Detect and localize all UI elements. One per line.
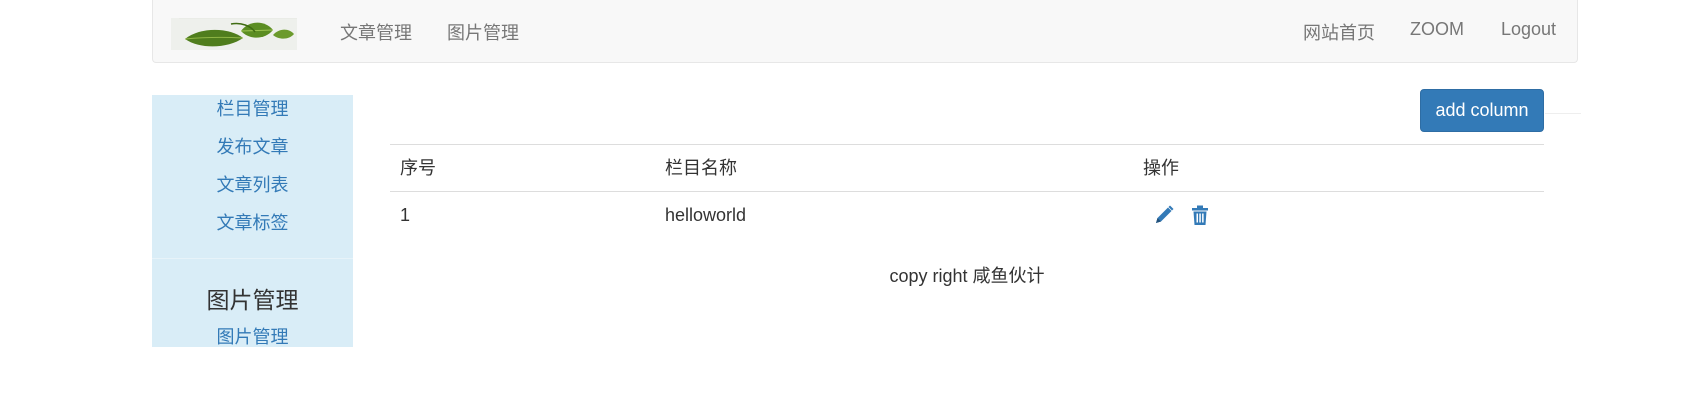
sidebar-item-column-management[interactable]: 栏目管理 xyxy=(152,95,353,121)
brand-logo[interactable] xyxy=(171,17,297,50)
header-index: 序号 xyxy=(400,158,436,178)
row-actions xyxy=(1153,192,1211,238)
sidebar-item-publish-article[interactable]: 发布文章 xyxy=(152,133,353,159)
leaf-logo-icon xyxy=(179,17,297,47)
footer-copyright: copy right 咸鱼伙计 xyxy=(889,266,1045,286)
table-row: 1 helloworld xyxy=(390,192,1544,238)
sidebar: 栏目管理 发布文章 文章列表 文章标签 图片管理 图片管理 xyxy=(152,95,353,347)
nav-article-management[interactable]: 文章管理 xyxy=(340,19,412,45)
nav-site-home[interactable]: 网站首页 xyxy=(1303,19,1375,45)
trash-icon[interactable] xyxy=(1189,204,1211,226)
top-navbar: 文章管理 图片管理 网站首页 ZOOM Logout xyxy=(152,0,1578,63)
row-column-name: helloworld xyxy=(665,205,747,225)
pencil-icon[interactable] xyxy=(1153,204,1175,226)
column-table: 序号 栏目名称 操作 1 helloworld xyxy=(390,144,1544,238)
table-header-row: 序号 栏目名称 操作 xyxy=(390,145,1544,192)
header-actions: 操作 xyxy=(1143,158,1179,178)
sidebar-item-image-management[interactable]: 图片管理 xyxy=(152,323,353,349)
add-column-button[interactable]: add column xyxy=(1420,89,1544,132)
sidebar-divider xyxy=(152,258,353,259)
row-index: 1 xyxy=(400,205,411,225)
nav-zoom[interactable]: ZOOM xyxy=(1410,19,1464,40)
sidebar-item-article-tags[interactable]: 文章标签 xyxy=(152,209,353,235)
sidebar-item-article-list[interactable]: 文章列表 xyxy=(152,171,353,197)
sidebar-heading-image-management: 图片管理 xyxy=(206,287,299,313)
header-column-name: 栏目名称 xyxy=(665,158,737,178)
divider xyxy=(1545,113,1581,114)
nav-image-management[interactable]: 图片管理 xyxy=(447,19,519,45)
nav-logout[interactable]: Logout xyxy=(1501,19,1556,40)
